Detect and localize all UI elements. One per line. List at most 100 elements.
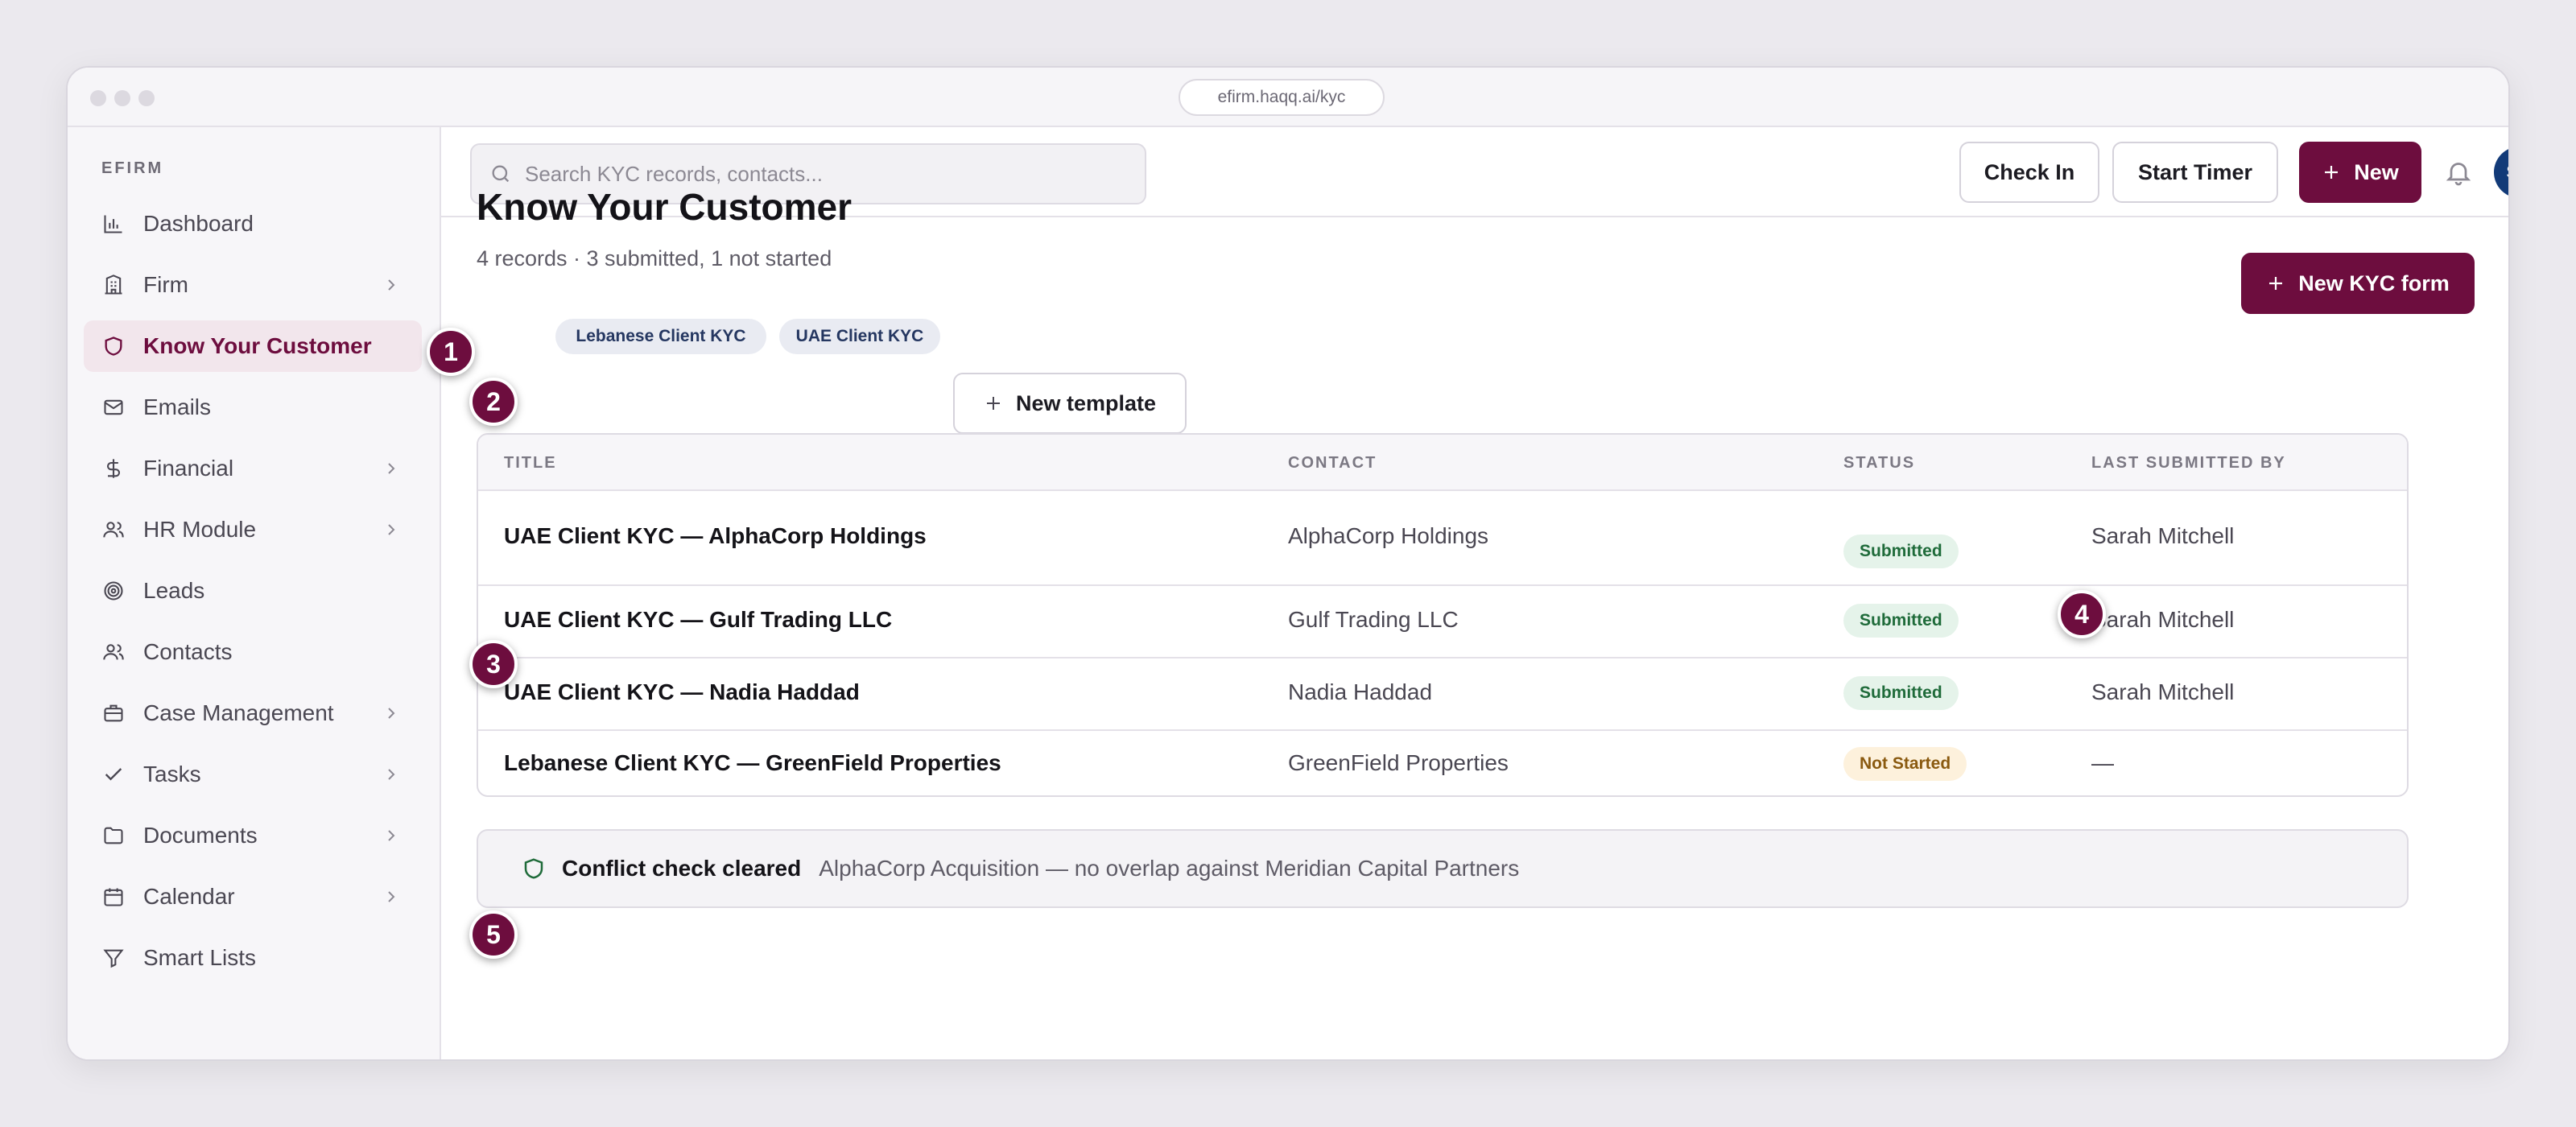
conflict-check-banner: Conflict check cleared AlphaCorp Acquisi…: [477, 829, 2409, 908]
check-in-button[interactable]: Check In: [1959, 142, 2099, 203]
sidebar: EFIRM Dashboard Firm Know Your Customer …: [68, 127, 441, 1059]
sidebar-item-calendar[interactable]: Calendar: [84, 871, 422, 923]
chevron-right-icon: [388, 279, 395, 291]
annotation-marker-1: 1: [427, 328, 475, 376]
check-icon: [101, 762, 126, 786]
new-button[interactable]: New: [2299, 142, 2421, 203]
sidebar-item-smart-lists[interactable]: Smart Lists: [84, 932, 422, 984]
annotation-marker-3: 3: [469, 640, 518, 688]
chevron-right-icon: [388, 769, 395, 780]
new-kyc-form-label: New KYC form: [2298, 270, 2450, 295]
browser-titlebar: efirm.haqq.ai/kyc: [68, 68, 2508, 127]
status-badge: Submitted: [1843, 604, 1959, 638]
row-contact: AlphaCorp Holdings: [1288, 523, 1489, 548]
sidebar-item-label: Leads: [143, 578, 205, 603]
sidebar-item-label: Know Your Customer: [143, 333, 372, 358]
shield-icon: [101, 334, 126, 358]
sidebar-item-label: Calendar: [143, 884, 235, 909]
sidebar-item-label: Case Management: [143, 700, 334, 725]
row-title[interactable]: UAE Client KYC — AlphaCorp Holdings: [504, 523, 927, 549]
chevron-right-icon: [388, 524, 395, 535]
briefcase-icon: [101, 701, 126, 725]
sidebar-item-hr-module[interactable]: HR Module: [84, 504, 422, 555]
brand-label: EFIRM: [101, 159, 164, 177]
sidebar-item-financial[interactable]: Financial: [84, 443, 422, 494]
users-icon: [101, 518, 126, 542]
search-placeholder: Search KYC records, contacts...: [525, 161, 823, 186]
new-kyc-form-button[interactable]: New KYC form: [2241, 253, 2475, 314]
column-header-status[interactable]: STATUS: [1843, 454, 1915, 473]
avatar[interactable]: SM: [2494, 147, 2508, 198]
annotation-marker-4: 4: [2058, 590, 2106, 638]
status-badge: Submitted: [1843, 535, 1959, 568]
filter-icon: [101, 946, 126, 970]
plus-icon: [986, 397, 1000, 410]
page-title: Know Your Customer: [477, 186, 852, 228]
bar-chart-icon: [101, 212, 126, 236]
chevron-right-icon: [388, 891, 395, 902]
banner-title: Conflict check cleared: [562, 856, 802, 881]
sidebar-item-contacts[interactable]: Contacts: [84, 626, 422, 678]
dollar-icon: [101, 456, 126, 481]
chevron-right-icon: [388, 830, 395, 841]
column-header-contact[interactable]: CONTACT: [1288, 454, 1377, 473]
row-title[interactable]: Lebanese Client KYC — GreenField Propert…: [504, 750, 1001, 776]
sidebar-item-case-management[interactable]: Case Management: [84, 687, 422, 739]
shield-check-icon: [524, 858, 543, 879]
sidebar-item-firm[interactable]: Firm: [84, 259, 422, 311]
contacts-icon: [101, 640, 126, 664]
window-maximize-dot[interactable]: [138, 90, 155, 106]
sidebar-item-kyc[interactable]: Know Your Customer: [84, 320, 422, 372]
template-chip-uae[interactable]: UAE Client KYC: [779, 319, 940, 354]
row-submitted-by: Sarah Mitchell: [2091, 679, 2235, 704]
status-badge: Submitted: [1843, 676, 1959, 710]
sidebar-item-label: Dashboard: [143, 211, 254, 236]
new-template-button[interactable]: New template: [953, 373, 1187, 434]
row-submitted-by: —: [2091, 750, 2114, 775]
target-icon: [101, 579, 126, 603]
chevron-right-icon: [388, 708, 395, 719]
row-contact: Gulf Trading LLC: [1288, 607, 1459, 632]
table-row[interactable]: UAE Client KYC — Gulf Trading LLC Gulf T…: [478, 586, 2407, 658]
start-timer-button[interactable]: Start Timer: [2112, 142, 2278, 203]
folder-icon: [101, 824, 126, 848]
sidebar-item-label: Firm: [143, 272, 188, 297]
window-close-dot[interactable]: [90, 90, 106, 106]
sidebar-item-label: Emails: [143, 394, 212, 419]
chevron-right-icon: [388, 463, 395, 474]
sidebar-item-label: Financial: [143, 456, 234, 481]
address-bar[interactable]: efirm.haqq.ai/kyc: [1179, 79, 1385, 116]
sidebar-item-tasks[interactable]: Tasks: [84, 749, 422, 800]
sidebar-item-label: HR Module: [143, 517, 257, 542]
row-contact: GreenField Properties: [1288, 750, 1509, 775]
sidebar-item-label: Smart Lists: [143, 945, 257, 970]
row-submitted-by: Sarah Mitchell: [2091, 607, 2235, 632]
sidebar-item-dashboard[interactable]: Dashboard: [84, 198, 422, 250]
plus-icon: [2325, 166, 2339, 179]
sidebar-item-leads[interactable]: Leads: [84, 565, 422, 617]
column-header-title[interactable]: TITLE: [504, 454, 557, 473]
window-minimize-dot[interactable]: [114, 90, 130, 106]
annotation-marker-5: 5: [469, 910, 518, 959]
sidebar-item-emails[interactable]: Emails: [84, 382, 422, 433]
calendar-icon: [101, 885, 126, 909]
table-row[interactable]: UAE Client KYC — AlphaCorp Holdings Alph…: [478, 491, 2407, 586]
plus-icon: [2269, 277, 2283, 290]
search-icon: [492, 165, 510, 183]
table-row[interactable]: UAE Client KYC — Nadia Haddad Nadia Hadd…: [478, 658, 2407, 731]
kyc-table: TITLE CONTACT STATUS LAST SUBMITTED BY U…: [477, 433, 2409, 797]
template-chip-lebanese[interactable]: Lebanese Client KYC: [555, 319, 766, 354]
column-header-last-submitted-by[interactable]: LAST SUBMITTED BY: [2091, 454, 2286, 473]
new-template-label: New template: [1015, 390, 1157, 415]
row-contact: Nadia Haddad: [1288, 679, 1433, 704]
sidebar-item-documents[interactable]: Documents: [84, 810, 422, 861]
sidebar-item-label: Contacts: [143, 639, 233, 664]
status-badge: Not Started: [1843, 747, 1967, 781]
annotation-marker-2: 2: [469, 378, 518, 426]
table-row[interactable]: Lebanese Client KYC — GreenField Propert…: [478, 731, 2407, 795]
table-header: TITLE CONTACT STATUS LAST SUBMITTED BY: [478, 435, 2407, 491]
row-title[interactable]: UAE Client KYC — Gulf Trading LLC: [504, 607, 892, 633]
mail-icon: [101, 395, 126, 419]
bell-icon[interactable]: [2444, 158, 2473, 187]
row-title[interactable]: UAE Client KYC — Nadia Haddad: [504, 679, 860, 705]
